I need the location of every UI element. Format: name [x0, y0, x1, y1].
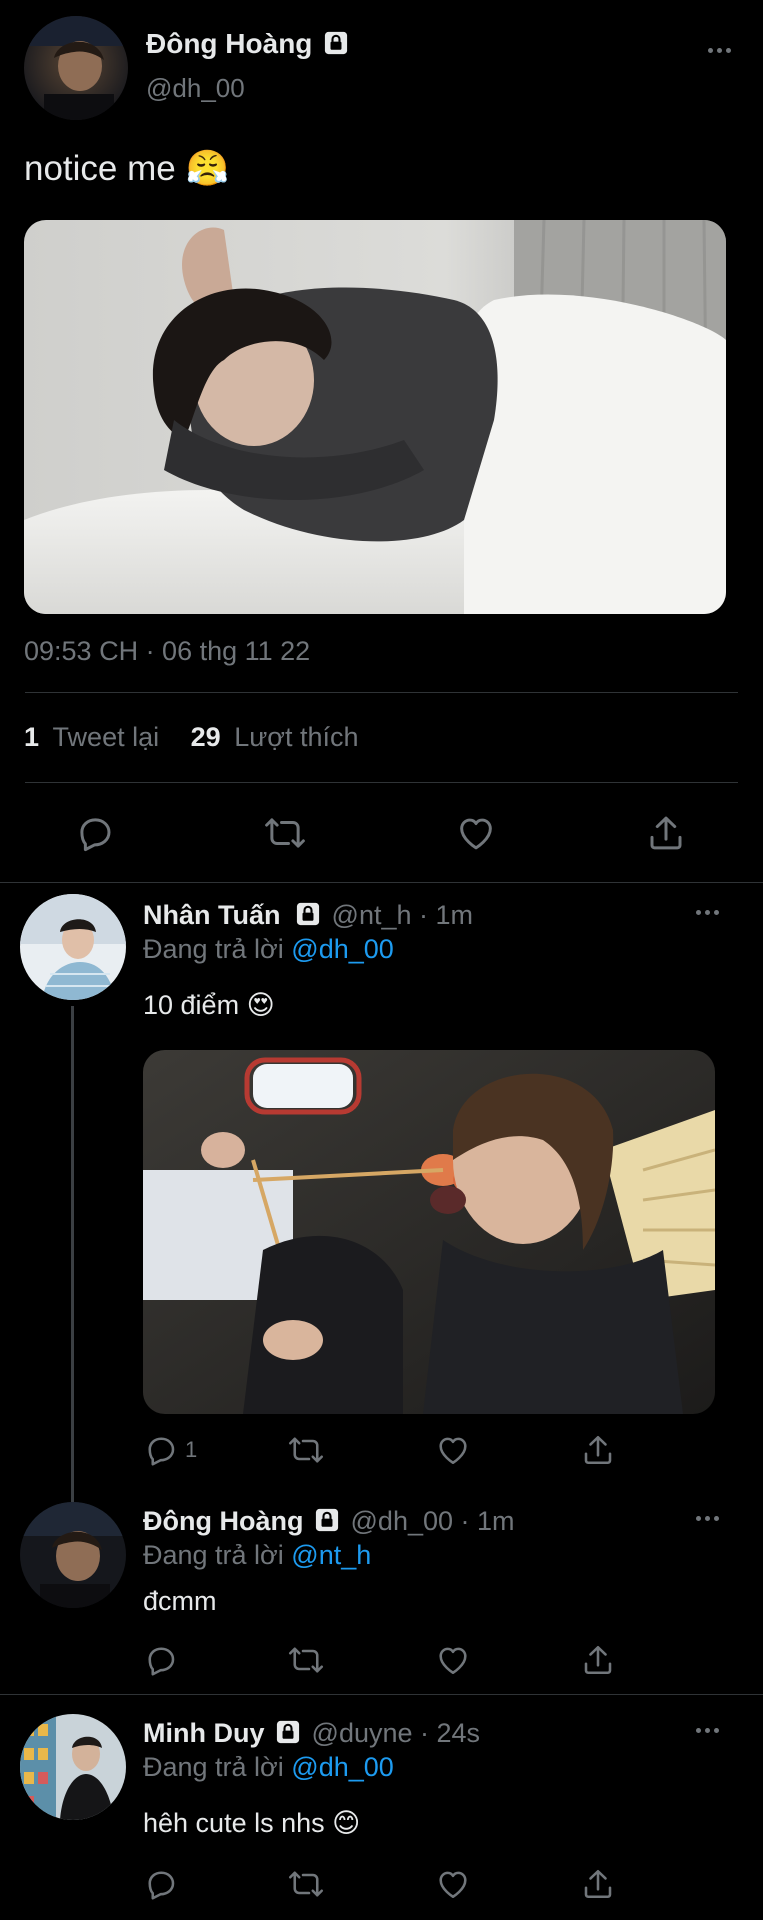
avatar-photo [20, 1502, 126, 1608]
tweet-image [24, 220, 726, 614]
like-stat[interactable]: 29 Lượt thích [191, 722, 359, 752]
tweet-stats: 1 Tweet lại 29 Lượt thích [24, 720, 359, 754]
thread-line [71, 1006, 74, 1502]
more-icon[interactable] [696, 1728, 719, 1733]
author-handle[interactable]: @dh_00 [146, 72, 245, 104]
author-name[interactable]: Nhân Tuấn [143, 900, 281, 930]
replying-to-link[interactable]: @dh_00 [291, 934, 394, 964]
share-icon[interactable] [580, 1432, 616, 1468]
lock-icon [313, 1506, 341, 1534]
lock-icon [322, 29, 350, 57]
reply-photo[interactable] [143, 1050, 715, 1414]
retweet-stat[interactable]: 1 Tweet lại [24, 722, 167, 752]
retweet-label: Tweet lại [52, 722, 160, 752]
retweet-icon[interactable] [288, 1432, 324, 1468]
reply-image [143, 1050, 715, 1414]
avatar-photo [20, 894, 126, 1000]
avatar[interactable] [20, 894, 126, 1000]
reply-header: Nhân Tuấn @nt_h · 1m [143, 898, 473, 932]
reply-icon[interactable] [143, 1866, 179, 1902]
lock-icon [294, 900, 322, 928]
avatar[interactable] [20, 1714, 126, 1820]
replying-prefix: Đang trả lời [143, 1752, 284, 1782]
replying-to: Đang trả lời @dh_00 [143, 1750, 394, 1784]
divider [25, 692, 738, 693]
retweet-icon[interactable] [264, 812, 306, 854]
divider [0, 882, 763, 883]
lock-icon [274, 1718, 302, 1746]
avatar[interactable] [20, 1502, 126, 1608]
divider [25, 782, 738, 783]
reply-time: · 24s [420, 1718, 481, 1748]
replying-to-link[interactable]: @nt_h [291, 1540, 371, 1570]
avatar-photo [20, 1714, 126, 1820]
replying-prefix: Đang trả lời [143, 1540, 284, 1570]
reply-header: Đông Hoàng @dh_00 · 1m [143, 1504, 515, 1538]
tweet-timestamp: 09:53 CH · 06 thg 11 22 [24, 636, 311, 666]
author-name[interactable]: Đông Hoàng [143, 1506, 303, 1536]
reply-icon [143, 1432, 179, 1468]
tweet-text: notice me 😤 [24, 148, 229, 190]
tweet-text-content: notice me [24, 149, 176, 188]
replying-prefix: Đang trả lời [143, 934, 284, 964]
reply-header: Minh Duy @duyne · 24s [143, 1716, 480, 1750]
like-label: Lượt thích [234, 722, 359, 752]
replying-to-link[interactable]: @dh_00 [291, 1752, 394, 1782]
avatar[interactable] [24, 16, 128, 120]
reply-icon[interactable] [74, 812, 116, 854]
reply-text-content: đcmm [143, 1586, 217, 1616]
avatar-photo [24, 16, 128, 120]
emoji: 😍 [246, 990, 275, 1020]
like-icon[interactable] [435, 1642, 471, 1678]
replying-to: Đang trả lời @dh_00 [143, 932, 394, 966]
tweet-photo[interactable] [24, 220, 726, 614]
share-icon[interactable] [645, 812, 687, 854]
reply-count: 1 [185, 1437, 198, 1462]
emoji: 😊 [332, 1808, 361, 1838]
reply-time: · 1m [419, 900, 474, 930]
reply-text: đcmm [143, 1584, 217, 1618]
reply-time: · 1m [460, 1506, 515, 1536]
emoji: 😤 [185, 149, 230, 188]
share-icon[interactable] [580, 1866, 616, 1902]
reply-action[interactable]: 1 [143, 1432, 197, 1468]
retweet-count: 1 [24, 722, 40, 752]
author-handle[interactable]: @duyne [312, 1718, 413, 1748]
reply-text: 10 điểm 😍 [143, 988, 275, 1022]
reply-text-content: 10 điểm [143, 990, 240, 1020]
like-count: 29 [190, 722, 221, 752]
author-handle[interactable]: @nt_h [332, 900, 412, 930]
author-name[interactable]: Minh Duy [143, 1718, 265, 1748]
replying-to: Đang trả lời @nt_h [143, 1538, 371, 1572]
share-icon[interactable] [580, 1642, 616, 1678]
more-icon[interactable] [696, 910, 719, 915]
like-icon[interactable] [455, 812, 497, 854]
more-icon[interactable] [696, 1516, 719, 1521]
retweet-icon[interactable] [288, 1642, 324, 1678]
retweet-icon[interactable] [288, 1866, 324, 1902]
reply-icon[interactable] [143, 1642, 179, 1678]
reply-text: hêh cute ls nhs 😊 [143, 1806, 360, 1840]
more-icon[interactable] [708, 48, 731, 53]
author-handle[interactable]: @dh_00 [351, 1506, 454, 1536]
like-icon[interactable] [435, 1866, 471, 1902]
author-name[interactable]: Đông Hoàng [146, 26, 350, 62]
divider [0, 1694, 763, 1695]
like-icon[interactable] [435, 1432, 471, 1468]
reply-text-content: hêh cute ls nhs [143, 1808, 325, 1838]
